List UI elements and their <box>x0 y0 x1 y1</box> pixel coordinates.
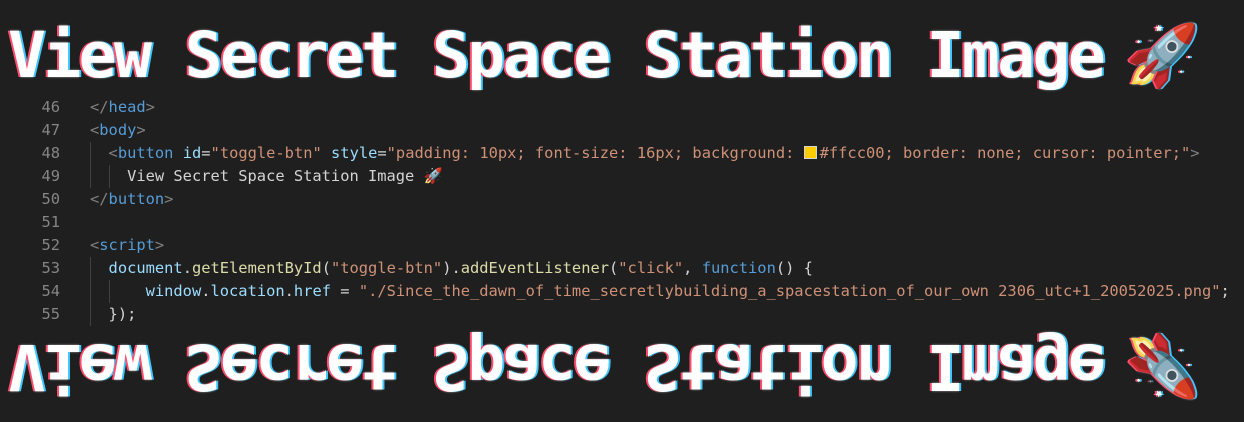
line-number: 47 <box>41 121 60 139</box>
banner-title-mirrored: View Secret Space Station Image 🚀 <box>8 326 1238 408</box>
code-line: 55 }); <box>0 303 1244 326</box>
code-line: 54 window.location.href = "./Since_the_d… <box>0 280 1244 303</box>
banner-title-text: View Secret Space Station Image <box>8 18 1106 92</box>
code-line: 49 View Secret Space Station Image 🚀 <box>0 165 1244 188</box>
line-number: 54 <box>41 282 60 300</box>
rocket-icon: 🚀 <box>1125 331 1198 402</box>
line-number: 55 <box>41 305 60 323</box>
code-line: 50 </button> <box>0 188 1244 211</box>
rocket-icon: 🚀 <box>1125 20 1200 91</box>
banner-title: View Secret Space Station Image 🚀 <box>8 14 1238 96</box>
line-number: 51 <box>41 213 60 231</box>
line-number: 46 <box>41 98 60 116</box>
code-editor: 46 </head> 47 <body> 48 <button id="togg… <box>0 96 1244 326</box>
code-line: 52 <script> <box>0 234 1244 257</box>
line-number: 49 <box>41 167 60 185</box>
line-number: 48 <box>41 144 60 162</box>
line-number: 53 <box>41 259 60 277</box>
line-number: 52 <box>41 236 60 254</box>
code-line: 47 <body> <box>0 119 1244 142</box>
code-line: 46 </head> <box>0 96 1244 119</box>
code-line: 53 document.getElementById("toggle-btn")… <box>0 257 1244 280</box>
code-line: 51 <box>0 211 1244 234</box>
code-line: 48 <button id="toggle-btn" style="paddin… <box>0 142 1244 165</box>
color-swatch[interactable] <box>803 146 817 159</box>
banner-title-mirrored-text: View Secret Space Station Image <box>8 330 1104 404</box>
line-number: 50 <box>41 190 60 208</box>
